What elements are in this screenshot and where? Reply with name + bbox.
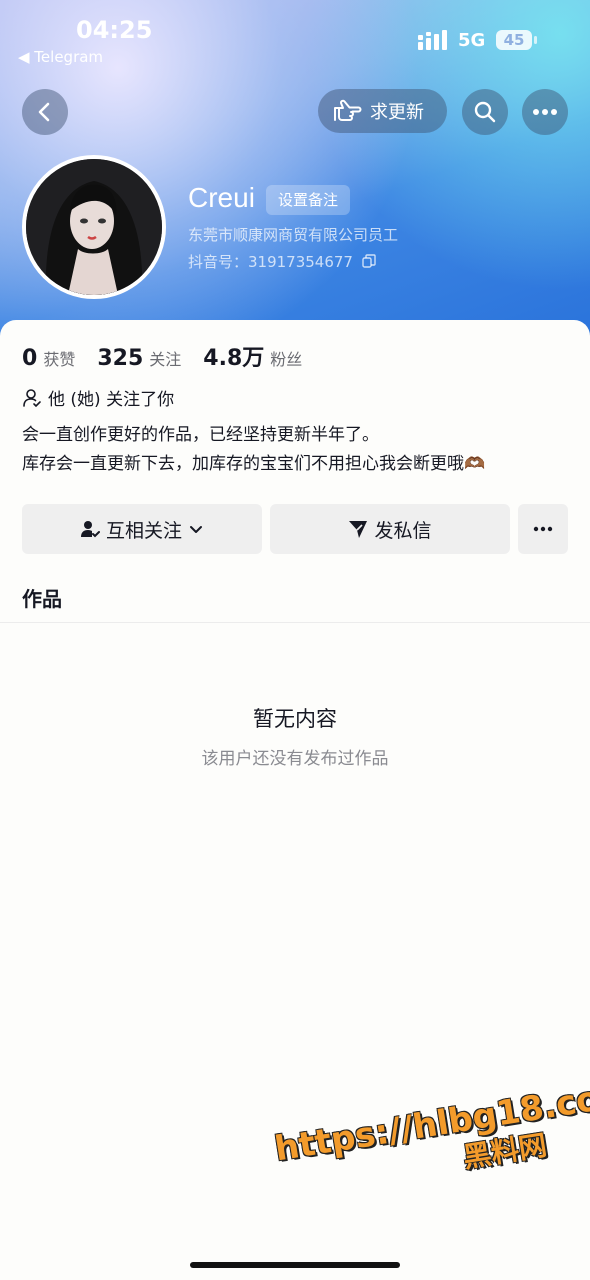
- more-options-button[interactable]: [522, 89, 568, 135]
- followers-count[interactable]: 4.8万: [203, 340, 264, 372]
- more-actions-button[interactable]: [518, 504, 568, 554]
- avatar[interactable]: [22, 155, 166, 299]
- follows-you-indicator: 他 (她) 关注了你: [22, 385, 174, 410]
- send-message-button[interactable]: 发私信: [270, 504, 510, 554]
- battery-tip: [534, 36, 537, 44]
- more-dots-icon: [533, 109, 557, 115]
- empty-state-subtitle: 该用户还没有发布过作品: [201, 749, 389, 769]
- chevron-down-icon: [190, 526, 202, 533]
- battery-icon: 45: [496, 30, 532, 50]
- send-message-label: 发私信: [374, 519, 432, 542]
- avatar-portrait-icon: [26, 159, 162, 295]
- profile-stats: 0 获赞 325 关注 4.8万 粉丝: [22, 340, 324, 372]
- likes-count[interactable]: 0: [22, 346, 37, 371]
- signal-icon: [418, 30, 447, 50]
- profile-name: Creui: [188, 182, 255, 213]
- home-indicator[interactable]: [190, 1262, 400, 1268]
- following-label: 关注: [149, 350, 182, 369]
- douyin-id[interactable]: 抖音号：31917354677: [188, 251, 376, 272]
- search-button[interactable]: [462, 89, 508, 135]
- status-bar: 04:25 ◀ Telegram 5G 45: [0, 0, 590, 70]
- profile-bio: 会一直创作更好的作品，已经坚持更新半年了。 库存会一直更新下去，加库存的宝宝们不…: [22, 421, 582, 479]
- following-count[interactable]: 325: [97, 346, 143, 371]
- status-time: 04:25: [76, 16, 153, 44]
- request-update-button[interactable]: 求更新: [318, 89, 447, 133]
- copy-icon[interactable]: [362, 254, 376, 268]
- network-type: 5G: [458, 30, 486, 51]
- bio-line-2: 库存会一直更新下去，加库存的宝宝们不用担心我会断更哦🫶🏾: [22, 454, 486, 474]
- set-remark-button[interactable]: 设置备注: [266, 185, 351, 215]
- bio-line-1: 会一直创作更好的作品，已经坚持更新半年了。: [22, 425, 379, 445]
- tab-works[interactable]: 作品: [22, 583, 62, 612]
- more-dots-icon: [533, 526, 553, 532]
- likes-label: 获赞: [43, 350, 76, 369]
- tab-divider: [0, 622, 590, 623]
- user-icon: [23, 388, 41, 407]
- pointing-hand-icon: [334, 99, 362, 121]
- back-button[interactable]: [22, 89, 68, 135]
- follows-you-text: 他 (她) 关注了你: [48, 390, 175, 410]
- mutual-follow-label: 互相关注: [105, 519, 182, 542]
- followers-label: 粉丝: [270, 350, 303, 369]
- request-update-label: 求更新: [370, 102, 424, 123]
- send-icon: [349, 521, 368, 538]
- chevron-left-icon: [38, 102, 50, 122]
- user-check-icon: [80, 521, 100, 538]
- mutual-follow-button[interactable]: 互相关注: [22, 504, 262, 554]
- search-icon: [474, 101, 496, 123]
- back-to-telegram-link[interactable]: ◀ Telegram: [18, 48, 103, 66]
- douyin-id-text: 抖音号：31917354677: [188, 253, 353, 271]
- profile-company: 东莞市顺康网商贸有限公司员工: [188, 226, 399, 244]
- empty-state-title: 暂无内容: [253, 707, 337, 731]
